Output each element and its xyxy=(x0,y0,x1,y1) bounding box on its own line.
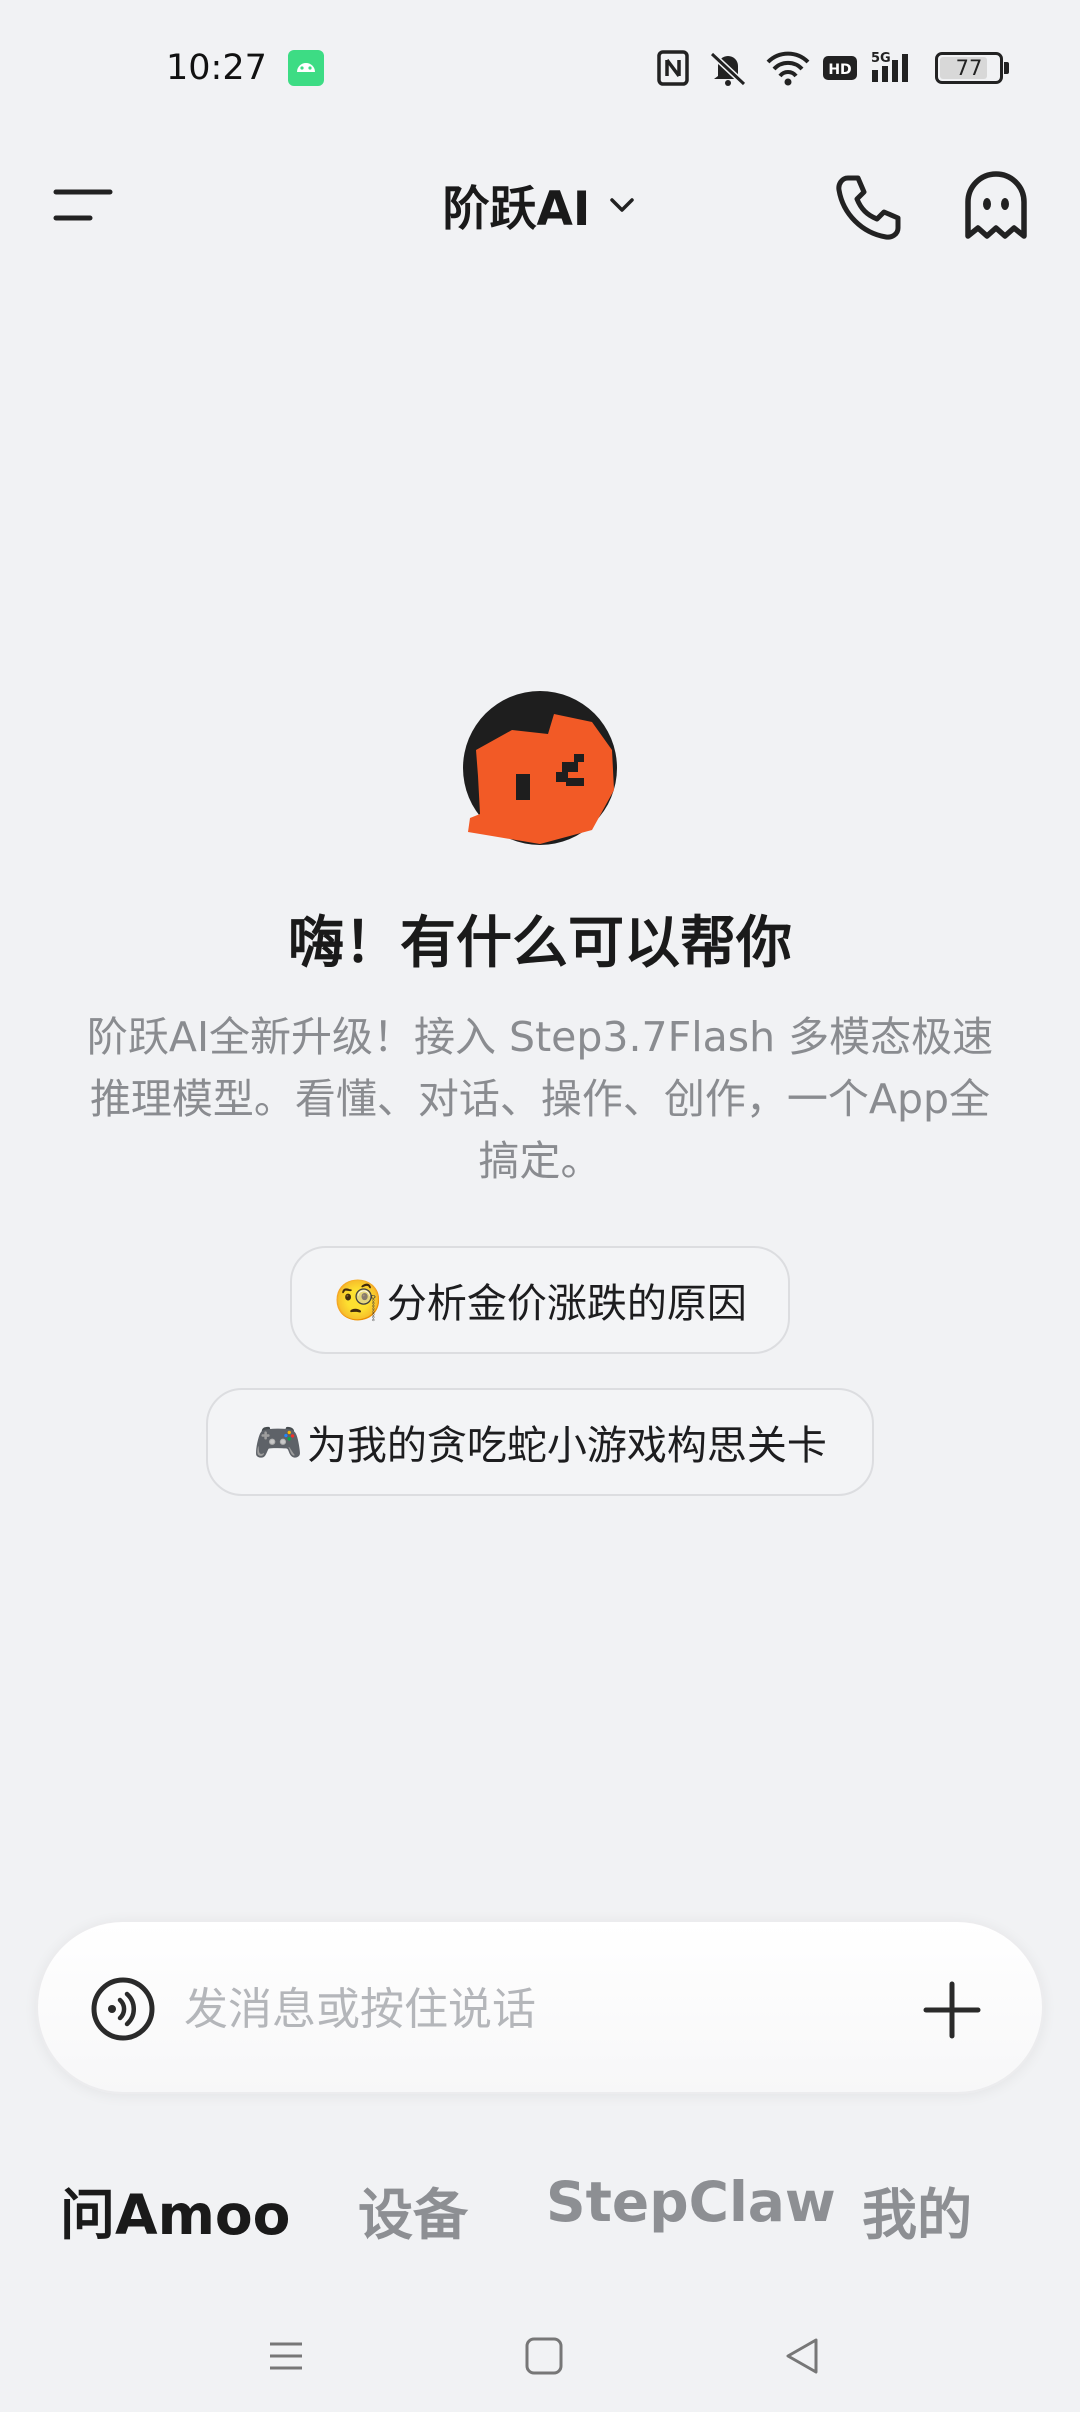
tab-me[interactable]: 我的 xyxy=(862,2170,972,2250)
status-bar: 10:27 HD 5G 77 xyxy=(0,0,1080,140)
bottom-tabs: 问Amoo 设备 StepClaw 我的 xyxy=(0,2170,1080,2270)
svg-text:5G: 5G xyxy=(871,51,891,66)
suggestion-chip-snake-game[interactable]: 🎮 为我的贪吃蛇小游戏构思关卡 xyxy=(206,1388,874,1496)
page-title: 阶跃AI xyxy=(442,182,591,237)
model-selector[interactable]: 阶跃AI xyxy=(0,170,1080,239)
intro-text: 阶跃AI全新升级！接入 Step3.7Flash 多模态极速推理模型。看懂、对话… xyxy=(86,1013,994,1185)
tab-ask-amoo[interactable]: 问Amoo xyxy=(60,2170,290,2250)
message-input-bar xyxy=(36,1920,1044,2094)
suggestion-chip-gold-price[interactable]: 🧐 分析金价涨跌的原因 xyxy=(290,1246,790,1354)
ghost-icon[interactable] xyxy=(956,166,1036,246)
message-input[interactable] xyxy=(184,1974,884,2044)
battery-nub xyxy=(1004,62,1009,74)
hd-icon: HD xyxy=(823,56,857,80)
battery-icon: 77 xyxy=(935,52,1003,84)
back-icon[interactable] xyxy=(772,2326,832,2386)
phone-icon[interactable] xyxy=(830,170,906,246)
monocle-face-icon: 🧐 xyxy=(333,1277,383,1324)
greeting: 嗨！有什么可以帮你 xyxy=(288,911,792,976)
voice-icon[interactable] xyxy=(90,1976,156,2042)
chevron-down-icon xyxy=(610,197,635,212)
app-header: 阶跃AI xyxy=(0,150,1080,260)
suggestion-label: 分析金价涨跌的原因 xyxy=(386,1281,747,1327)
wifi-icon xyxy=(766,51,810,86)
battery-percent: 77 xyxy=(955,56,983,80)
status-time: 10:27 xyxy=(166,48,267,88)
avatar xyxy=(463,691,617,845)
plus-icon[interactable] xyxy=(922,1980,982,2040)
nfc-icon xyxy=(657,50,689,86)
suggestion-label: 为我的贪吃蛇小游戏构思关卡 xyxy=(306,1423,827,1469)
5g-signal-icon: 5G xyxy=(871,51,908,82)
svg-text:HD: HD xyxy=(828,62,851,78)
tab-devices[interactable]: 设备 xyxy=(358,2170,468,2250)
recents-icon[interactable] xyxy=(256,2326,316,2386)
screen: 10:27 HD 5G 77 阶跃AI 嗨！有什么可以帮你 阶跃AI全新升级！接… xyxy=(0,0,1080,2412)
android-icon xyxy=(288,50,324,86)
mute-icon xyxy=(709,51,747,87)
tab-stepclaw[interactable]: StepClaw xyxy=(546,2170,836,2234)
game-controller-icon: 🎮 xyxy=(253,1419,303,1466)
home-icon[interactable] xyxy=(514,2326,574,2386)
system-nav-bar xyxy=(0,2300,1080,2412)
